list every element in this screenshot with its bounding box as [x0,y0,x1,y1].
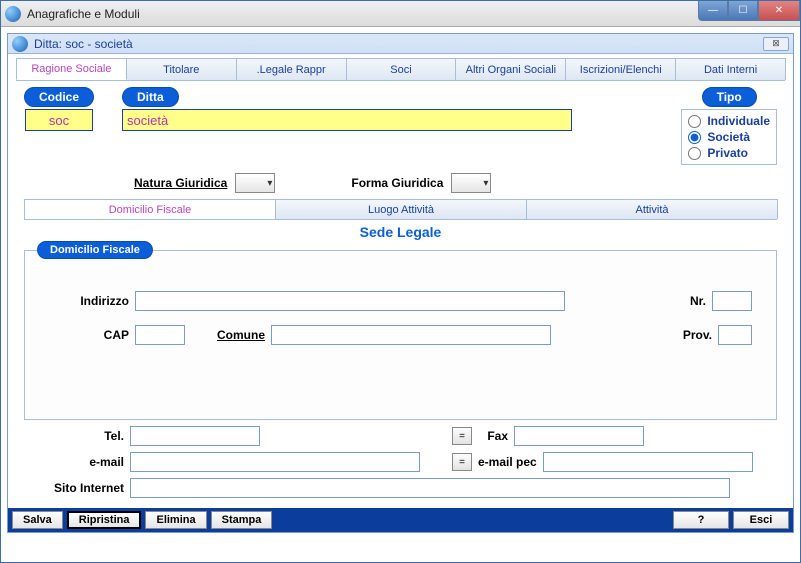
radio-privato[interactable]: Privato [688,145,770,161]
radio-societa-label: Società [707,130,750,144]
contacts-block: Tel. = Fax e-mail = e-mail pec Sito In [24,426,777,498]
app-icon [5,6,21,22]
cap-input[interactable] [135,325,185,345]
salva-button[interactable]: Salva [12,511,63,529]
email-input[interactable] [130,452,420,472]
tab-ragione-sociale[interactable]: Ragione Sociale [16,58,127,80]
email-pec-label: e-mail pec [478,455,537,469]
sito-input[interactable] [130,478,730,498]
email-copy-button[interactable]: = [452,453,472,471]
minimize-button[interactable]: — [698,1,728,21]
codice-input[interactable] [25,109,93,131]
ditta-input[interactable] [122,109,572,131]
inner-window-title: Ditta: soc - società [34,37,133,51]
header-row: Codice Ditta Tipo Individuale Società Pr… [24,87,777,165]
maximize-button[interactable]: ☐ [728,1,758,21]
tab-dati-interni[interactable]: Dati Interni [675,58,786,80]
codice-label: Codice [24,87,94,107]
natura-giuridica-label: Natura Giuridica [134,176,227,190]
titlebar: Anagrafiche e Moduli — ☐ ✕ [1,1,800,27]
sub-tab-domicilio[interactable]: Domicilio Fiscale [24,199,276,219]
radio-societa[interactable]: Società [688,129,770,145]
bottom-toolbar: Salva Ripristina Elimina Stampa ? Esci [8,508,793,532]
radio-individuale[interactable]: Individuale [688,113,770,129]
forma-giuridica-label: Forma Giuridica [351,176,443,190]
main-tab-bar: Ragione Sociale Titolare .Legale Rappr S… [16,58,785,81]
nr-label: Nr. [690,294,706,308]
sede-legale-title: Sede Legale [24,224,777,240]
tab-titolare[interactable]: Titolare [126,58,237,80]
ripristina-button[interactable]: Ripristina [67,511,142,529]
tipo-radio-group: Individuale Società Privato [681,109,777,165]
fax-label: Fax [478,429,508,443]
window-controls: — ☐ ✕ [698,1,800,21]
content-area: Codice Ditta Tipo Individuale Società Pr… [8,81,793,510]
sub-tab-bar: Domicilio Fiscale Luogo Attività Attivit… [24,199,777,220]
domicilio-group: Domicilio Fiscale Indirizzo Nr. CAP Comu… [24,250,777,420]
natura-forma-row: Natura Giuridica Forma Giuridica [134,173,777,193]
tel-label: Tel. [24,429,124,443]
app-window: Anagrafiche e Moduli — ☐ ✕ Ditta: soc - … [0,0,801,563]
inner-window-icon [12,36,28,52]
natura-giuridica-combo[interactable] [235,173,275,193]
nr-input[interactable] [712,291,752,311]
email-label: e-mail [24,455,124,469]
sub-tab-luogo[interactable]: Luogo Attività [275,199,527,219]
tab-legale-rappr[interactable]: .Legale Rappr [236,58,347,80]
comune-label: Comune [217,328,265,342]
inner-titlebar: Ditta: soc - società ⊠ [8,34,793,54]
close-button[interactable]: ✕ [758,1,800,21]
prov-input[interactable] [718,325,752,345]
indirizzo-label: Indirizzo [49,294,129,308]
sito-label: Sito Internet [24,481,124,495]
fax-input[interactable] [514,426,644,446]
tab-iscrizioni[interactable]: Iscrizioni/Elenchi [565,58,676,80]
inner-window: Ditta: soc - società ⊠ Ragione Sociale T… [7,33,794,533]
ditta-label: Ditta [122,87,179,107]
stampa-button[interactable]: Stampa [211,511,273,529]
ditta-block: Ditta [122,87,671,131]
fax-copy-button[interactable]: = [452,427,472,445]
indirizzo-input[interactable] [135,291,565,311]
help-button[interactable]: ? [673,511,729,529]
codice-block: Codice [24,87,94,131]
esci-button[interactable]: Esci [733,511,789,529]
elimina-button[interactable]: Elimina [145,511,206,529]
tel-input[interactable] [130,426,260,446]
tipo-label: Tipo [702,87,757,107]
inner-close-button[interactable]: ⊠ [763,37,789,51]
sub-tab-attivita[interactable]: Attività [526,199,778,219]
radio-individuale-label: Individuale [707,114,770,128]
email-pec-input[interactable] [543,452,753,472]
tab-altri-organi[interactable]: Altri Organi Sociali [455,58,566,80]
tab-soci[interactable]: Soci [346,58,457,80]
prov-label: Prov. [683,328,712,342]
domicilio-group-label: Domicilio Fiscale [37,241,153,259]
comune-input[interactable] [271,325,551,345]
cap-label: CAP [49,328,129,342]
radio-privato-label: Privato [707,146,748,160]
tipo-block: Tipo Individuale Società Privato [681,87,777,165]
forma-giuridica-combo[interactable] [451,173,491,193]
window-title: Anagrafiche e Moduli [27,7,140,21]
